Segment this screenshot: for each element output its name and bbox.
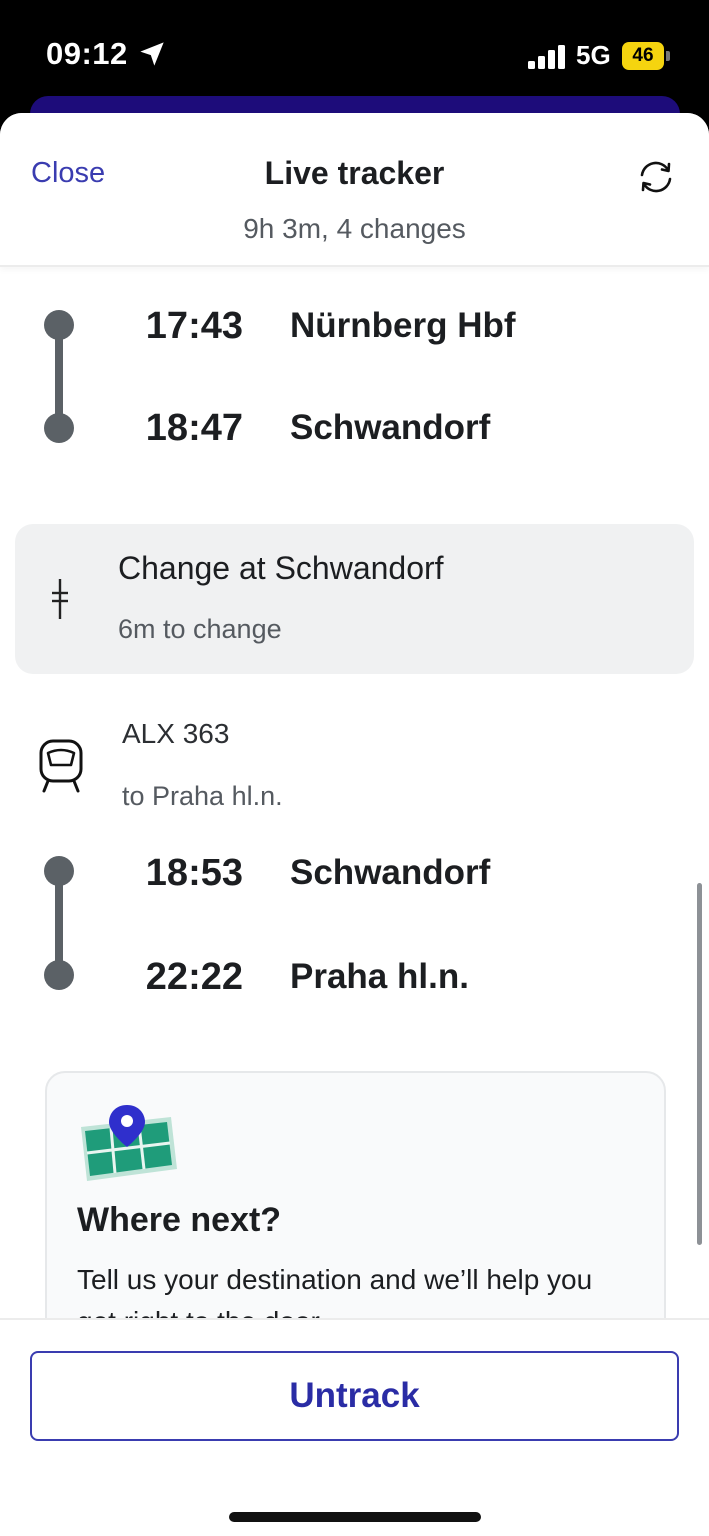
sheet-header: Close Live tracker 9h 3m, 4 changes bbox=[0, 113, 709, 267]
arrival-station: Praha hl.n. bbox=[290, 957, 469, 996]
change-title: Change at Schwandorf bbox=[118, 550, 444, 586]
arrival-time: 22:22 bbox=[145, 956, 243, 998]
scrollbar[interactable] bbox=[697, 883, 702, 1245]
refresh-icon bbox=[640, 161, 672, 193]
train-destination: to Praha hl.n. bbox=[122, 781, 283, 811]
home-indicator[interactable] bbox=[229, 1512, 481, 1522]
journey-summary: 9h 3m, 4 changes bbox=[243, 213, 466, 244]
arrival-time: 18:47 bbox=[145, 407, 243, 449]
stop-dot bbox=[44, 413, 74, 443]
network-label: 5G bbox=[576, 40, 611, 70]
stop-dot bbox=[44, 960, 74, 990]
departure-station: Schwandorf bbox=[290, 853, 491, 892]
footer: Untrack bbox=[0, 1318, 709, 1536]
signal-icon bbox=[528, 45, 565, 69]
departure-time: 17:43 bbox=[145, 305, 243, 347]
map-pin-icon bbox=[81, 1105, 177, 1181]
battery-level: 46 bbox=[622, 42, 664, 70]
battery-icon: 46 bbox=[622, 42, 670, 70]
location-arrow-icon bbox=[140, 42, 164, 66]
where-next-title: Where next? bbox=[77, 1201, 282, 1239]
departure-station: Nürnberg Hbf bbox=[290, 306, 516, 345]
train-icon bbox=[39, 739, 83, 793]
arrival-station: Schwandorf bbox=[290, 408, 491, 447]
journey-leg-2: 18:53 Schwandorf 22:22 Praha hl.n. bbox=[0, 841, 709, 1001]
untrack-button[interactable]: Untrack bbox=[30, 1351, 679, 1441]
change-connection-icon bbox=[52, 579, 68, 619]
refresh-button[interactable] bbox=[634, 155, 678, 199]
page-title: Live tracker bbox=[264, 155, 445, 191]
status-time: 09:12 bbox=[46, 36, 128, 71]
train-name: ALX 363 bbox=[122, 718, 230, 749]
journey-leg-1: 17:43 Nürnberg Hbf 18:47 Schwandorf bbox=[0, 293, 709, 453]
change-duration: 6m to change bbox=[118, 614, 282, 644]
departure-time: 18:53 bbox=[145, 852, 243, 894]
live-tracker-sheet: Close Live tracker 9h 3m, 4 changes 17:4… bbox=[0, 113, 709, 1536]
change-info: Change at Schwandorf 6m to change bbox=[15, 524, 694, 674]
